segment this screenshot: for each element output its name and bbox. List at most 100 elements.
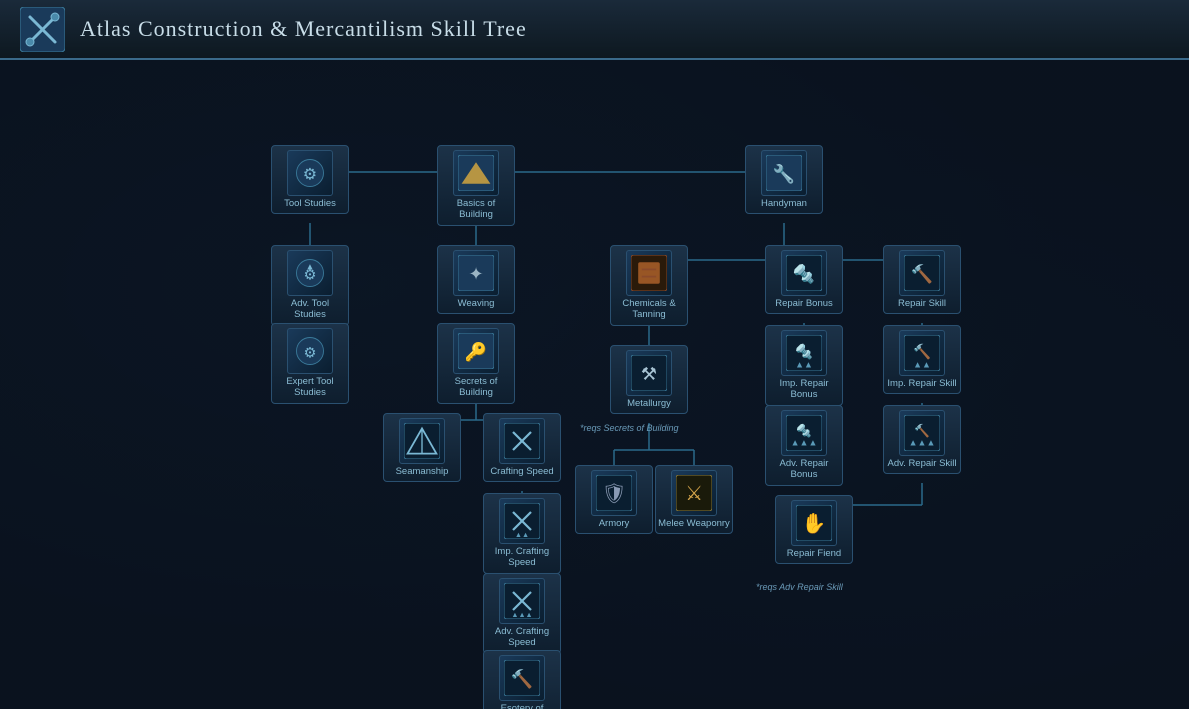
skill-icon-handyman: 🔧 <box>761 150 807 196</box>
skill-icon-esotory-of-building: 🔨 <box>499 655 545 701</box>
skill-node-imp-crafting-speed[interactable]: ▲▲ Imp. Crafting Speed <box>483 493 561 574</box>
skill-label-chemicals-tanning: Chemicals & Tanning <box>613 298 685 321</box>
svg-text:▲▲▲: ▲▲▲ <box>791 438 818 448</box>
skill-icon-repair-skill: 🔨 <box>899 250 945 296</box>
skill-node-melee-weaponry[interactable]: ⚔ Melee Weaponry <box>655 465 733 534</box>
skill-icon-adv-repair-bonus: 🔩▲▲▲ <box>781 410 827 456</box>
skill-node-crafting-speed[interactable]: Crafting Speed <box>483 413 561 482</box>
skill-icon-metallurgy: ⚒ <box>626 350 672 396</box>
svg-text:▲▲▲: ▲▲▲ <box>511 611 532 619</box>
skill-label-adv-repair-bonus: Adv. Repair Bonus <box>768 458 840 481</box>
skill-node-weaving[interactable]: ✦ Weaving <box>437 245 515 314</box>
svg-text:🔑: 🔑 <box>465 341 487 363</box>
skill-node-expert-tool-studies[interactable]: ⚙ Expert Tool Studies <box>271 323 349 404</box>
skill-node-adv-repair-bonus[interactable]: 🔩▲▲▲Adv. Repair Bonus <box>765 405 843 486</box>
skill-label-adv-crafting-speed: Adv. Crafting Speed <box>486 626 558 649</box>
skill-icon-melee-weaponry: ⚔ <box>671 470 717 516</box>
svg-text:▲▲: ▲▲ <box>913 359 931 369</box>
svg-text:🔩: 🔩 <box>795 343 813 361</box>
logo-icon <box>20 7 65 52</box>
page-title: Atlas Construction & Mercantilism Skill … <box>80 16 527 42</box>
skill-icon-imp-crafting-speed: ▲▲ <box>499 498 545 544</box>
skill-label-repair-fiend: Repair Fiend <box>787 548 841 559</box>
skill-node-repair-bonus[interactable]: 🔩 Repair Bonus <box>765 245 843 314</box>
skill-label-esotory-of-building: Esotery of Building <box>486 703 558 709</box>
skill-node-tool-studies[interactable]: ⚙ Tool Studies <box>271 145 349 214</box>
skill-icon-adv-repair-skill: 🔨▲▲▲ <box>899 410 945 456</box>
skill-icon-repair-fiend: ✋ <box>791 500 837 546</box>
skill-node-armory[interactable]: 🛡 Armory <box>575 465 653 534</box>
svg-text:▲▲▲: ▲▲▲ <box>909 438 936 448</box>
skill-node-imp-repair-bonus[interactable]: 🔩▲▲Imp. Repair Bonus <box>765 325 843 406</box>
skill-label-secrets-of-building: Secrets of Building <box>440 376 512 399</box>
skill-label-handyman: Handyman <box>761 198 807 209</box>
header: Atlas Construction & Mercantilism Skill … <box>0 0 1189 60</box>
skill-label-armory: Armory <box>599 518 630 529</box>
skill-icon-imp-repair-skill: 🔨▲▲ <box>899 330 945 376</box>
svg-text:✦: ✦ <box>468 264 483 284</box>
metallurgy-note: *reqs Secrets of Building <box>580 423 679 433</box>
svg-text:🔧: 🔧 <box>773 163 795 184</box>
skill-icon-repair-bonus: 🔩 <box>781 250 827 296</box>
skill-node-adv-crafting-speed[interactable]: ▲▲▲ Adv. Crafting Speed <box>483 573 561 654</box>
skill-icon-weaving: ✦ <box>453 250 499 296</box>
skill-label-repair-skill: Repair Skill <box>898 298 946 309</box>
skill-label-basics-of-building: Basics of Building <box>440 198 512 221</box>
skill-node-repair-skill[interactable]: 🔨 Repair Skill <box>883 245 961 314</box>
skill-node-metallurgy[interactable]: ⚒ Metallurgy <box>610 345 688 414</box>
skill-label-expert-tool-studies: Expert Tool Studies <box>274 376 346 399</box>
skill-icon-basics-of-building <box>453 150 499 196</box>
svg-text:✋: ✋ <box>802 512 827 535</box>
skill-node-handyman[interactable]: 🔧 Handyman <box>745 145 823 214</box>
skill-node-basics-of-building[interactable]: Basics of Building <box>437 145 515 226</box>
svg-text:🔨: 🔨 <box>913 343 931 361</box>
skill-tree: ⚙ Tool Studies Basics of Building 🔧 Handyman… <box>0 60 1189 709</box>
skill-node-secrets-of-building[interactable]: 🔑 Secrets of Building <box>437 323 515 404</box>
skill-label-imp-repair-skill: Imp. Repair Skill <box>887 378 956 389</box>
skill-icon-secrets-of-building: 🔑 <box>453 328 499 374</box>
skill-icon-tool-studies: ⚙ <box>287 150 333 196</box>
skill-label-melee-weaponry: Melee Weaponry <box>658 518 730 529</box>
app: Atlas Construction & Mercantilism Skill … <box>0 0 1189 709</box>
svg-text:▲▲: ▲▲ <box>515 531 529 539</box>
skill-icon-chemicals-tanning <box>626 250 672 296</box>
skill-icon-seamanship <box>399 418 445 464</box>
skill-label-seamanship: Seamanship <box>396 466 449 477</box>
svg-text:⚙: ⚙ <box>303 165 318 183</box>
skill-label-weaving: Weaving <box>458 298 495 309</box>
skill-node-imp-repair-skill[interactable]: 🔨▲▲ Imp. Repair Skill <box>883 325 961 394</box>
skill-icon-imp-repair-bonus: 🔩▲▲ <box>781 330 827 376</box>
skill-node-esotory-of-building[interactable]: 🔨 Esotery of Building <box>483 650 561 709</box>
skill-icon-crafting-speed <box>499 418 545 464</box>
skill-icon-expert-tool-studies: ⚙ <box>287 328 333 374</box>
skill-label-metallurgy: Metallurgy <box>627 398 671 409</box>
svg-text:🔨: 🔨 <box>511 668 533 689</box>
svg-text:🔩: 🔩 <box>793 263 815 284</box>
svg-text:🔨: 🔨 <box>911 263 933 284</box>
skill-node-seamanship[interactable]: Seamanship <box>383 413 461 482</box>
skill-label-imp-repair-bonus: Imp. Repair Bonus <box>768 378 840 401</box>
connection-lines <box>0 60 1189 709</box>
svg-text:🔨: 🔨 <box>914 423 930 438</box>
skill-label-adv-tool-studies: Adv. Tool Studies <box>274 298 346 321</box>
svg-text:▲▲: ▲▲ <box>795 359 813 369</box>
skill-node-chemicals-tanning[interactable]: Chemicals & Tanning <box>610 245 688 326</box>
skill-label-crafting-speed: Crafting Speed <box>490 466 553 477</box>
svg-text:⚔: ⚔ <box>685 483 703 505</box>
skill-label-repair-bonus: Repair Bonus <box>775 298 833 309</box>
skill-icon-adv-crafting-speed: ▲▲▲ <box>499 578 545 624</box>
skill-label-adv-repair-skill: Adv. Repair Skill <box>888 458 957 469</box>
svg-text:⚒: ⚒ <box>641 364 657 384</box>
repair-fiend-note: *reqs Adv Repair Skill <box>756 582 843 592</box>
skill-label-tool-studies: Tool Studies <box>284 198 336 209</box>
skill-node-repair-fiend[interactable]: ✋ Repair Fiend <box>775 495 853 564</box>
skill-label-imp-crafting-speed: Imp. Crafting Speed <box>486 546 558 569</box>
svg-text:🔩: 🔩 <box>796 423 812 438</box>
skill-node-adv-repair-skill[interactable]: 🔨▲▲▲ Adv. Repair Skill <box>883 405 961 474</box>
svg-text:⚙: ⚙ <box>304 345 317 361</box>
skill-icon-adv-tool-studies: ⚙▲ <box>287 250 333 296</box>
skill-node-adv-tool-studies[interactable]: ⚙▲Adv. Tool Studies <box>271 245 349 326</box>
svg-text:🛡: 🛡 <box>601 483 626 505</box>
svg-text:▲: ▲ <box>306 261 315 271</box>
skill-icon-armory: 🛡 <box>591 470 637 516</box>
